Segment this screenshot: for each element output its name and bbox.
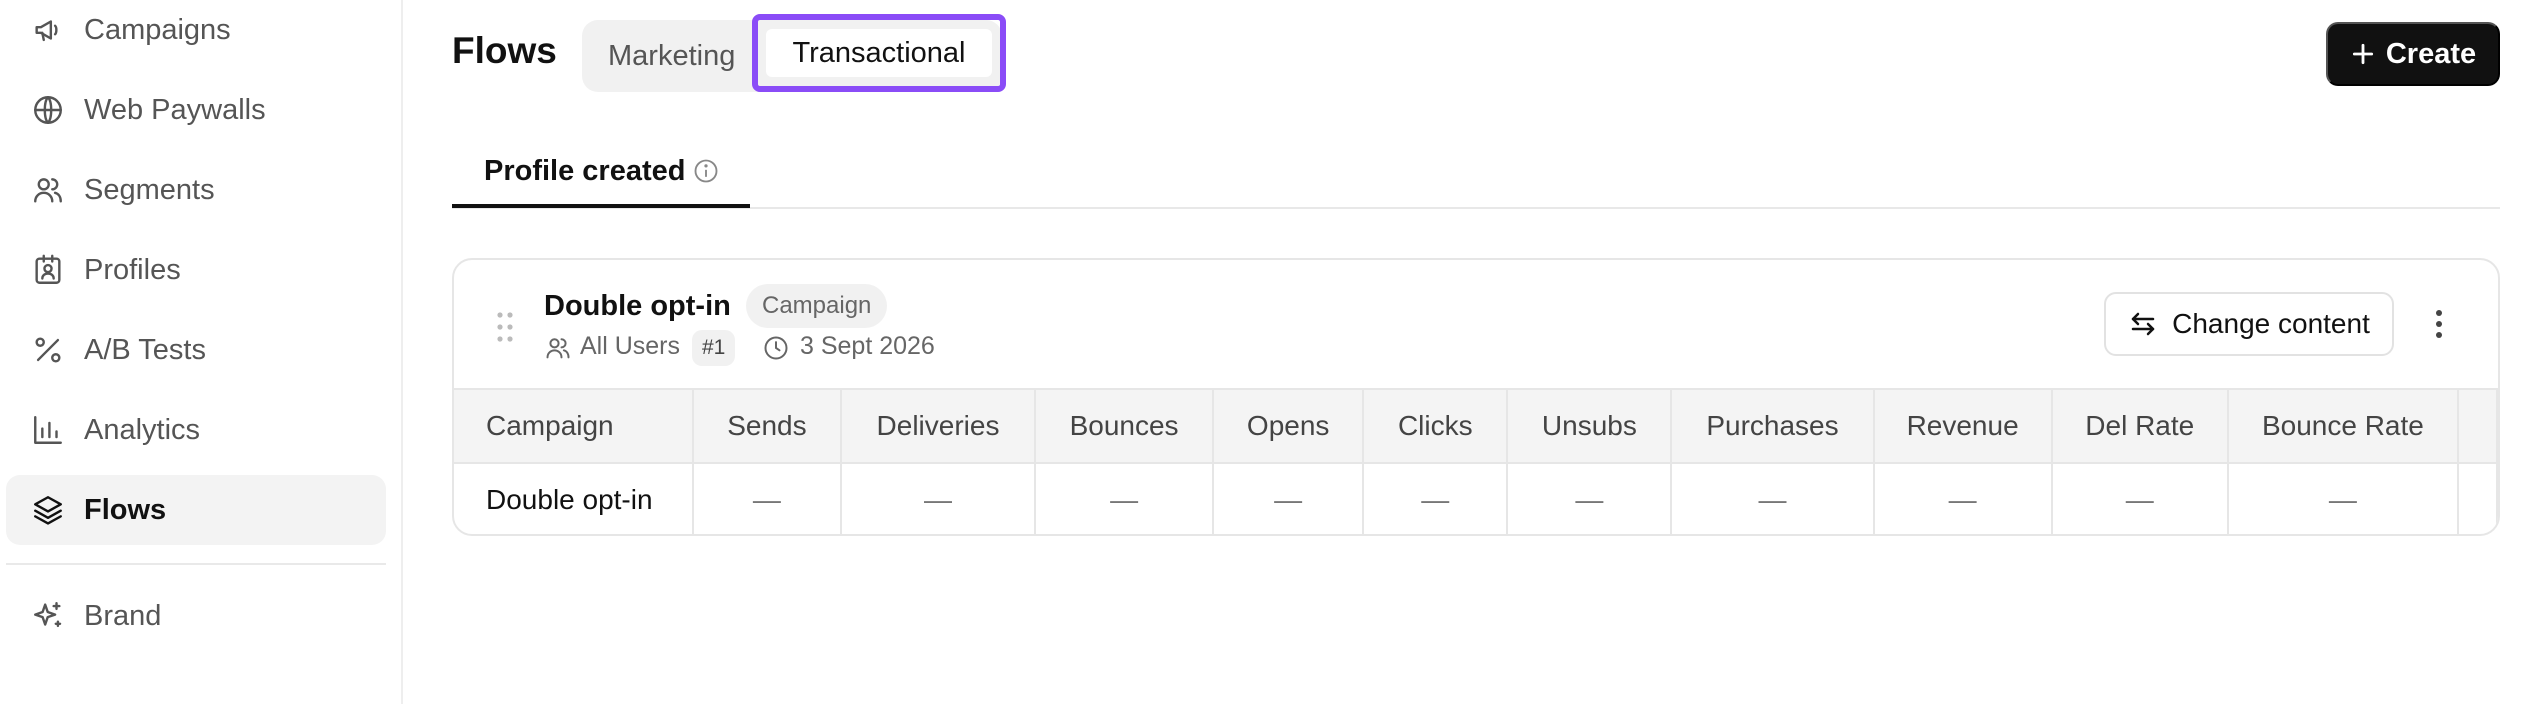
sidebar-item-label: Brand — [84, 599, 162, 632]
tab-marketing[interactable]: Marketing — [596, 34, 747, 78]
column-header: Purchases — [1671, 388, 1875, 464]
contact-card-icon — [30, 252, 66, 288]
bar-chart-icon — [30, 412, 66, 448]
table-cell: — — [840, 463, 1037, 534]
table-cell-overflow — [2457, 463, 2498, 534]
plus-icon — [2352, 43, 2373, 65]
clock-icon — [762, 334, 790, 362]
sidebar-item-label: Campaigns — [84, 13, 231, 46]
table-row[interactable]: Double opt-in — — — — — — — — — — — [454, 463, 2498, 534]
sidebar: Campaigns Web Paywalls Segments Profiles… — [0, 0, 403, 704]
audience-count-badge: #1 — [692, 330, 736, 366]
column-header: Bounces — [1035, 388, 1215, 464]
sidebar-item-analytics[interactable]: Analytics — [6, 395, 386, 465]
metrics-table: Campaign Sends Deliveries Bounces Opens … — [454, 388, 2498, 534]
info-icon[interactable] — [692, 157, 720, 185]
table-cell: — — [2227, 463, 2459, 534]
table-cell: — — [1363, 463, 1509, 534]
sidebar-item-campaigns[interactable]: Campaigns — [6, 0, 386, 65]
column-header-overflow — [2457, 388, 2498, 464]
column-header: Clicks — [1363, 388, 1509, 464]
sidebar-item-flows[interactable]: Flows — [6, 475, 386, 545]
change-content-label: Change content — [2172, 308, 2370, 339]
sidebar-item-label: Flows — [84, 493, 167, 526]
tab-profile-created[interactable]: Profile created — [452, 150, 750, 208]
sidebar-item-label: A/B Tests — [84, 333, 206, 366]
table-cell: — — [2051, 463, 2229, 534]
tab-transactional[interactable]: Transactional — [766, 29, 992, 77]
flow-title: Double opt-in — [544, 290, 731, 322]
sparkles-icon — [30, 598, 66, 634]
percent-icon — [30, 332, 66, 368]
sidebar-item-label: Segments — [84, 173, 215, 206]
sidebar-item-profiles[interactable]: Profiles — [6, 235, 386, 305]
sidebar-item-web-paywalls[interactable]: Web Paywalls — [6, 75, 386, 145]
campaign-badge: Campaign — [746, 284, 888, 328]
column-header: Opens — [1213, 388, 1365, 464]
table-cell: — — [1873, 463, 2053, 534]
megaphone-icon — [30, 12, 66, 48]
users-icon — [544, 334, 572, 362]
column-header: Revenue — [1873, 388, 2053, 464]
create-button-label: Create — [2385, 37, 2477, 70]
more-options-icon[interactable] — [2424, 306, 2454, 342]
create-button[interactable]: Create — [2326, 22, 2500, 86]
tab-label: Profile created — [484, 155, 686, 187]
column-header: Sends — [692, 388, 842, 464]
sidebar-item-label: Analytics — [84, 413, 201, 446]
table-cell: — — [1213, 463, 1365, 534]
flow-card: Double opt-in Campaign All Users #1 3 Se… — [452, 258, 2500, 536]
audience-label: All Users — [580, 332, 681, 360]
column-header: Bounce Rate — [2227, 388, 2459, 464]
table-header-row: Campaign Sends Deliveries Bounces Opens … — [454, 388, 2498, 464]
table-cell: Double opt-in — [454, 463, 694, 534]
tabs-divider — [452, 207, 2500, 209]
table-cell: — — [1035, 463, 1215, 534]
sidebar-item-brand[interactable]: Brand — [6, 581, 386, 651]
table-cell: — — [692, 463, 842, 534]
column-header: Campaign — [454, 388, 694, 464]
sidebar-divider — [6, 563, 386, 565]
sidebar-item-ab-tests[interactable]: A/B Tests — [6, 315, 386, 385]
sidebar-item-segments[interactable]: Segments — [6, 155, 386, 225]
table-cell: — — [1671, 463, 1875, 534]
column-header: Del Rate — [2051, 388, 2229, 464]
column-header: Deliveries — [840, 388, 1037, 464]
swap-arrows-icon — [2131, 312, 2155, 336]
users-icon — [30, 172, 66, 208]
drag-handle-icon[interactable] — [494, 310, 516, 344]
sidebar-item-label: Profiles — [84, 253, 181, 286]
layers-icon — [30, 492, 66, 528]
column-header: Unsubs — [1507, 388, 1673, 464]
globe-icon — [30, 92, 66, 128]
change-content-button[interactable]: Change content — [2104, 292, 2394, 356]
flow-date: 3 Sept 2026 — [800, 332, 935, 360]
sidebar-item-label: Web Paywalls — [84, 93, 266, 126]
table-cell: — — [1507, 463, 1673, 534]
page-title: Flows — [452, 30, 557, 71]
